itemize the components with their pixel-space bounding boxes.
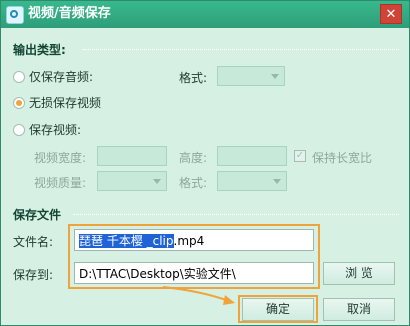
save-dialog: 视频/音频保存 ✕ 输出类型: 仅保存音频: 格式: 无损保存视频 保存视频: … [0,0,410,326]
filename-input[interactable]: 琵琶 千本樱 _clip.mp4 [74,229,314,251]
radio-lossless[interactable]: 无损保存视频 [13,94,101,111]
video-quality-select[interactable] [97,171,167,191]
audio-format-select[interactable] [217,66,285,86]
radio-lossless-label: 无损保存视频 [29,96,102,110]
separator [83,49,399,50]
pointer-arrow [162,286,235,305]
chevron-down-icon [271,74,279,79]
video-quality-label: 视频质量: [34,176,87,190]
close-button[interactable]: ✕ [380,4,402,24]
radio-audio-only-indicator[interactable] [13,70,25,83]
save-file-heading: 保存文件 [13,208,62,222]
ok-button[interactable]: 确定 [242,298,314,321]
output-type-heading: 输出类型: [13,43,66,57]
filename-selected-text: 琵琶 千本樱 _clip [79,234,174,248]
radio-audio-only-label: 仅保存音频: [29,70,94,84]
video-width-input[interactable] [97,146,167,166]
height-input[interactable] [217,146,287,166]
radio-lossless-indicator[interactable] [13,96,25,109]
window-title: 视频/音频保存 [28,6,111,21]
keep-ratio-label: 保持长宽比 [312,151,373,165]
height-label: 高度: [179,151,208,165]
filename-label: 文件名: [13,235,54,249]
keep-ratio-checkbox[interactable]: ✓ [294,150,306,162]
save-to-label: 保存到: [13,268,54,282]
title-bar[interactable]: 视频/音频保存 ✕ [1,1,409,28]
radio-audio-only[interactable]: 仅保存音频: [13,68,93,85]
video-width-label: 视频宽度: [34,151,87,165]
app-icon [6,6,24,24]
video-format-select[interactable] [217,171,287,191]
cancel-button[interactable]: 取消 [323,298,395,321]
video-format-label: 格式: [179,176,208,190]
filename-extension: .mp4 [173,234,205,248]
radio-video-indicator[interactable] [13,123,25,136]
save-to-input[interactable]: D:\TTAC\Desktop\实验文件\ [74,262,314,284]
chevron-down-icon [273,179,281,184]
radio-video-label: 保存视频: [29,123,82,137]
separator [73,214,399,215]
radio-video[interactable]: 保存视频: [13,121,81,138]
browse-button[interactable]: 浏 览 [323,262,395,285]
audio-format-label: 格式: [179,71,208,85]
chevron-down-icon [153,179,161,184]
